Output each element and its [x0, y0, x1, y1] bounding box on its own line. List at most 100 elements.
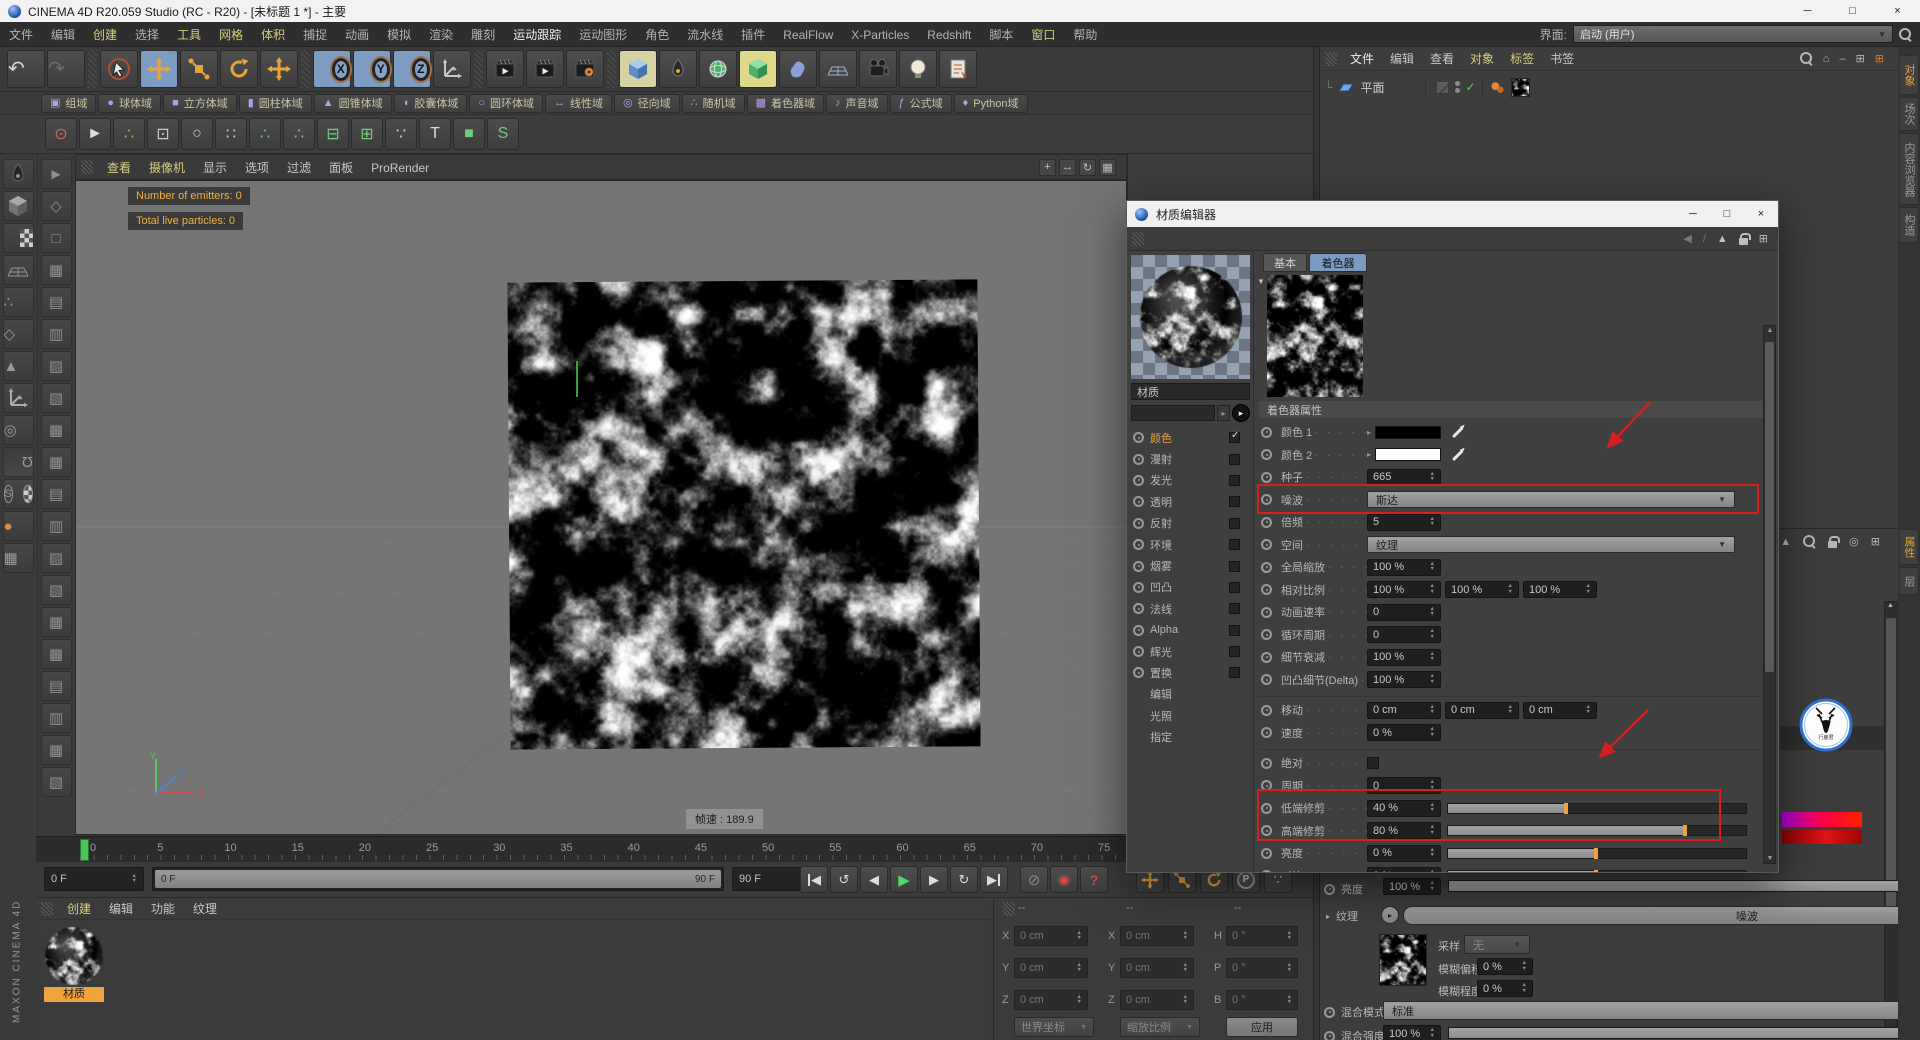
palette-button[interactable]: ▧: [41, 575, 72, 605]
palette-button[interactable]: ►: [41, 159, 72, 189]
menu-item[interactable]: 模拟: [378, 28, 420, 42]
position-z-field[interactable]: 0 cm: [1014, 990, 1088, 1010]
previous-frame-button[interactable]: ◀: [860, 866, 888, 893]
radio-icon[interactable]: [1261, 848, 1272, 859]
shader-field-button[interactable]: ▩ 着色器域: [747, 94, 824, 113]
value-field[interactable]: 100 %: [1367, 559, 1441, 576]
menu-item[interactable]: X-Particles: [842, 28, 918, 42]
blur-offset-field[interactable]: 0 %: [1477, 958, 1533, 975]
material-channel-row[interactable]: 烟雾: [1129, 555, 1252, 576]
render-visibility-dot[interactable]: [1455, 88, 1460, 93]
viewport-menu-item[interactable]: 选项: [236, 161, 278, 175]
radio-icon[interactable]: [1261, 494, 1272, 505]
palette-button[interactable]: ▤: [41, 287, 72, 317]
material-tag-icon[interactable]: [1511, 78, 1530, 97]
cluster-gray-icon[interactable]: ∴: [283, 118, 315, 150]
value-field[interactable]: 80 %: [1367, 822, 1441, 839]
menu-item[interactable]: 渲染: [420, 28, 462, 42]
material-name-label[interactable]: 材质: [44, 987, 104, 1002]
mix-strength-slider[interactable]: [1448, 1027, 1920, 1039]
drag-grip[interactable]: [41, 902, 53, 916]
drag-grip[interactable]: [1325, 52, 1337, 66]
material-manager-menu[interactable]: 编辑: [100, 902, 142, 916]
add-panel-icon[interactable]: ⊞: [1856, 52, 1865, 65]
radio-icon[interactable]: [1133, 603, 1144, 614]
current-frame-field[interactable]: 0 F: [44, 867, 144, 891]
material-channel-row[interactable]: 凹凸: [1129, 577, 1252, 598]
enable-axis-icon[interactable]: [3, 383, 34, 413]
toolbar-button[interactable]: [88, 50, 97, 88]
spline-tool-icon[interactable]: S: [487, 118, 519, 150]
paint-bucket-icon[interactable]: ●: [3, 511, 34, 541]
noise-shader-preview[interactable]: [1267, 275, 1363, 397]
rotate-tool-icon[interactable]: [220, 50, 258, 88]
home-icon[interactable]: ⌂: [1823, 53, 1830, 65]
search-icon[interactable]: [1803, 535, 1816, 548]
radio-icon[interactable]: [1133, 454, 1144, 465]
palette-button[interactable]: ▦: [41, 607, 72, 637]
scale-tool-icon[interactable]: [180, 50, 218, 88]
rotate-view-icon[interactable]: ↻: [1079, 159, 1096, 176]
radio-icon[interactable]: [1261, 629, 1272, 640]
channel-checkbox[interactable]: [1229, 646, 1240, 657]
particle-emitter-icon[interactable]: ⊙: [45, 118, 77, 150]
material-manager-menu[interactable]: 功能: [142, 902, 184, 916]
material-channel-row[interactable]: 发光: [1129, 470, 1252, 491]
gradient-preview-bar[interactable]: [1782, 812, 1862, 827]
menu-item[interactable]: 插件: [732, 28, 774, 42]
tracer-icon[interactable]: ∵: [385, 118, 417, 150]
radio-icon[interactable]: [1133, 475, 1144, 486]
dropdown[interactable]: 斯达▼: [1367, 491, 1735, 508]
play-button[interactable]: ▶: [890, 866, 918, 893]
expand-icon[interactable]: ▸: [1217, 405, 1230, 421]
size-y-field[interactable]: 0 cm: [1120, 958, 1194, 978]
redo-icon[interactable]: ↷: [47, 50, 85, 88]
palette-button[interactable]: ▦: [41, 255, 72, 285]
drag-grip[interactable]: [1132, 232, 1144, 246]
palette-button[interactable]: ▨: [41, 351, 72, 381]
value-field-z[interactable]: 0 cm: [1523, 702, 1597, 719]
radio-icon[interactable]: [1133, 539, 1144, 550]
interface-dropdown[interactable]: 启动 (用户)▼: [1573, 25, 1893, 43]
scrollbar[interactable]: ▲: [1884, 601, 1898, 1039]
channel-checkbox[interactable]: [1229, 454, 1240, 465]
value-field[interactable]: 40 %: [1367, 800, 1441, 817]
maximize-button[interactable]: □: [1710, 203, 1744, 225]
goto-start-button[interactable]: ◀: [800, 866, 828, 893]
material-channel-row[interactable]: 反射: [1129, 513, 1252, 534]
gradient-preview-bar[interactable]: [1782, 830, 1862, 844]
eyedropper-icon[interactable]: [1452, 449, 1463, 460]
lock-z-axis-icon[interactable]: Z: [393, 50, 431, 88]
radio-icon[interactable]: [1261, 539, 1272, 550]
make-editable-icon[interactable]: [3, 159, 34, 189]
workplane-lock-icon[interactable]: ▦: [3, 543, 34, 573]
texture-preview-thumbnail[interactable]: [1379, 934, 1427, 986]
material-channel-row[interactable]: 透明: [1129, 491, 1252, 512]
eyedropper-icon[interactable]: [1452, 427, 1463, 438]
radio-icon[interactable]: [1261, 472, 1272, 483]
coordinate-system-dropdown[interactable]: 世界坐标▼: [1014, 1017, 1094, 1037]
value-slider[interactable]: [1447, 803, 1747, 814]
value-field[interactable]: 0: [1367, 626, 1441, 643]
render-view-icon[interactable]: [486, 50, 524, 88]
channel-checkbox[interactable]: [1229, 561, 1240, 572]
menu-item[interactable]: 动画: [336, 28, 378, 42]
color-swatch[interactable]: [1375, 426, 1441, 439]
radio-icon[interactable]: [1133, 561, 1144, 572]
timeline-ruler[interactable]: 051015202530354045505560657075808590: [36, 836, 1313, 862]
cluster-green-icon[interactable]: ∴: [249, 118, 281, 150]
radio-icon[interactable]: [1324, 1031, 1335, 1040]
undo-icon[interactable]: ↶: [7, 50, 45, 88]
value-field-z[interactable]: 100 %: [1523, 581, 1597, 598]
minimize-button[interactable]: ─: [1785, 0, 1830, 22]
palette-button[interactable]: ▩: [41, 415, 72, 445]
polygon-mode-icon[interactable]: ▲: [3, 351, 34, 381]
radio-icon[interactable]: [1133, 496, 1144, 507]
radio-icon[interactable]: [1261, 758, 1272, 769]
object-manager-menu-item[interactable]: 文件: [1342, 52, 1382, 66]
brightness-slider[interactable]: [1448, 880, 1920, 892]
next-frame-button[interactable]: ▶: [920, 866, 948, 893]
size-x-field[interactable]: 0 cm: [1120, 926, 1194, 946]
radio-icon[interactable]: [1261, 803, 1272, 814]
generators-icon[interactable]: [699, 50, 737, 88]
